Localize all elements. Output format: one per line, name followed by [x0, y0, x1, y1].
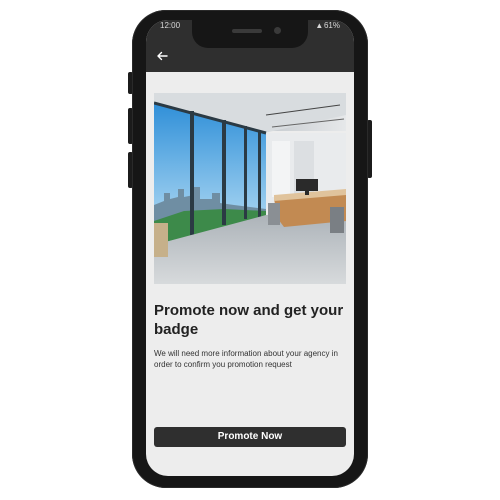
status-time: 12:00	[160, 21, 181, 30]
promote-now-button[interactable]: Promote Now	[154, 427, 346, 447]
status-battery: ▲ 61%	[315, 21, 340, 31]
page-description: We will need more information about your…	[154, 349, 338, 369]
battery-level: 61%	[323, 21, 340, 30]
phone-frame: 12:00 ▲ 61% Promote now and get your bad…	[132, 10, 368, 488]
hero-image	[154, 93, 346, 284]
back-button[interactable]	[152, 46, 172, 66]
arrow-left-icon	[157, 51, 168, 61]
notch	[192, 20, 308, 48]
signal-icon: ▲	[315, 21, 324, 30]
stage: 12:00 ▲ 61% Promote now and get your bad…	[0, 0, 500, 500]
app-bar: 12:00 ▲ 61%	[146, 20, 354, 72]
phone-screen: 12:00 ▲ 61% Promote now and get your bad…	[146, 20, 354, 476]
office-interior-photo	[154, 93, 346, 284]
page-title: Promote now and get your badge	[154, 302, 344, 338]
front-camera	[274, 27, 281, 34]
speaker-grille	[232, 29, 262, 33]
